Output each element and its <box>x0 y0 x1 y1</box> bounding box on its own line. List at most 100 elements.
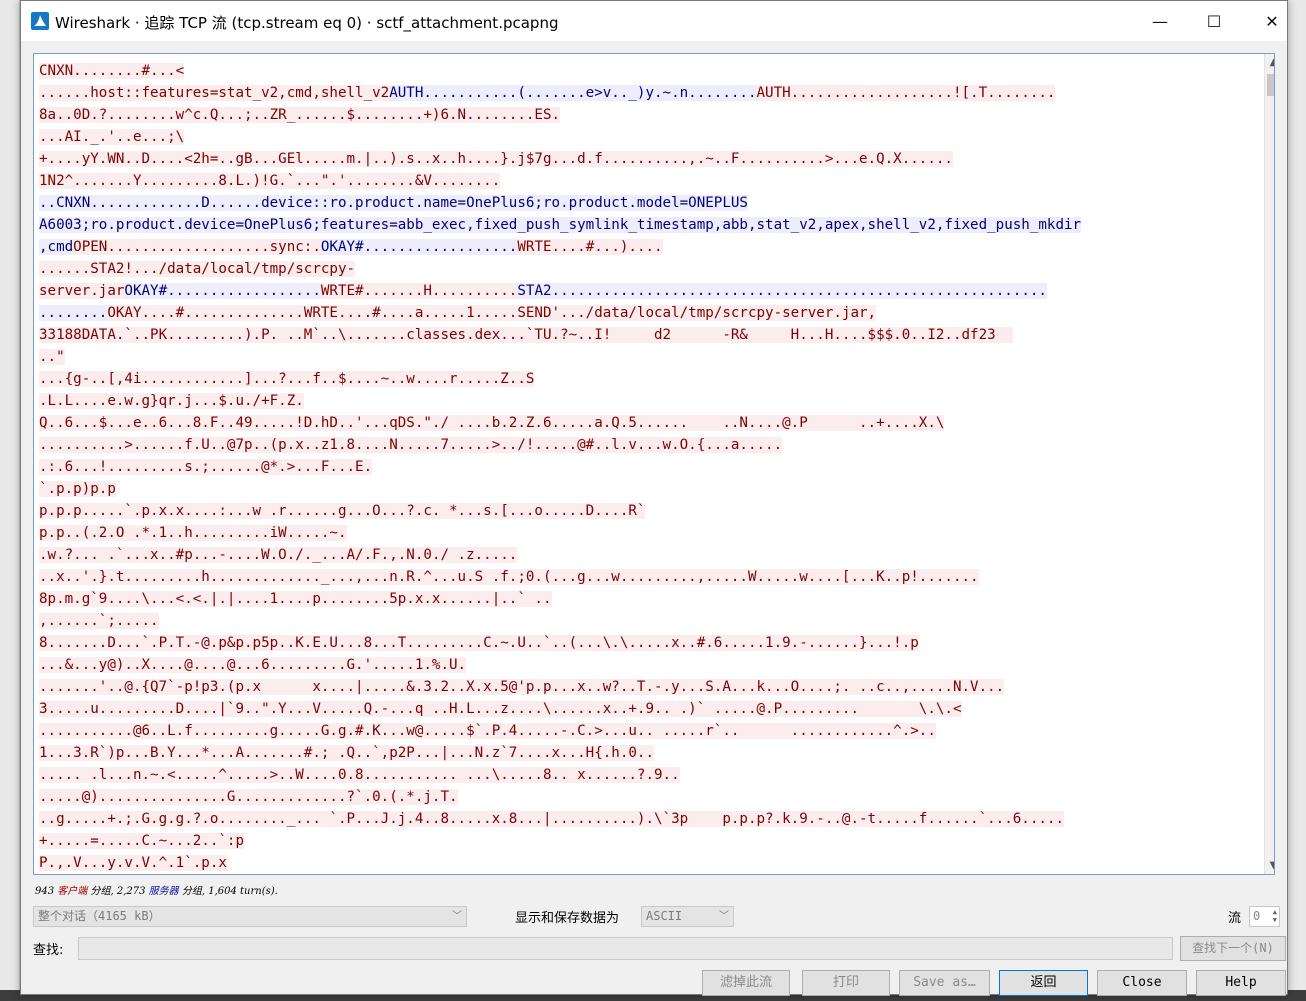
server-data: ,cmd <box>39 239 74 255</box>
client-data: ..........>......f.U..@7p..(p.x..z1.8...… <box>39 437 783 453</box>
client-data: `.p.p)p.p <box>39 481 116 497</box>
conversation-select[interactable]: 整个对话（4165 kB） ﹀ <box>33 906 467 927</box>
stream-line: ...AI._.'..e...;\ <box>39 126 1259 148</box>
stream-number-spinbox[interactable]: 0 ▲ ▼ <box>1249 906 1280 927</box>
close-window-button[interactable]: ✕ <box>1243 1 1301 41</box>
server-data: OKAY#.................. <box>124 283 321 299</box>
stream-line: +....yY.WN..D....<2h=..gB...GEl.....m.|.… <box>39 148 1259 170</box>
client-data: WRTE#.......H.......... <box>320 283 518 299</box>
client-data: ...&...y@)..X....@....@...6.........G.'.… <box>39 657 467 673</box>
server-data: ..CNXN.............D......device::ro.pro… <box>39 195 748 211</box>
scroll-up-arrow-icon[interactable]: ▲ <box>1265 54 1274 71</box>
client-data: .w.?... .`...x..#p...-....W.O./._...A/.F… <box>39 547 518 563</box>
client-packet-count: 943 <box>35 886 55 897</box>
stream-line: ......STA2!.../data/local/tmp/scrcpy- <box>39 258 1259 280</box>
stream-line: ......host::features=stat_v2,cmd,shell_v… <box>39 82 1259 104</box>
stream-line: ...&...y@)..X....@....@...6.........G.'.… <box>39 654 1259 676</box>
stream-line: ...{g-..[,4i............]...?...f..$....… <box>39 368 1259 390</box>
stream-line: 8p.m.g`9....\...<.<.|.|....1....p.......… <box>39 588 1259 610</box>
stream-line: .." <box>39 346 1259 368</box>
vertical-scrollbar[interactable]: ▲ ▼ <box>1264 54 1274 874</box>
stream-line: server.jarOKAY#..................WRTE#..… <box>39 280 1259 302</box>
format-select[interactable]: ASCII ﹀ <box>641 906 734 927</box>
minimize-button[interactable]: — <box>1131 1 1189 41</box>
background-window-right <box>1288 0 1306 1001</box>
client-data: 8.......D...`.P.T.-@.p&p.p5p..K.E.U...8.… <box>39 635 919 651</box>
stream-line: ...........@6..L.f.........g.....G.g.#.K… <box>39 720 1259 742</box>
stream-line: 8a..0D.?........w^c.Q...;..ZR_......$...… <box>39 104 1259 126</box>
window-title: Wireshark · 追踪 TCP 流 (tcp.stream eq 0) ·… <box>55 14 559 32</box>
client-data: .:.6...!.........s.;......@*.>...F...E. <box>39 459 373 475</box>
packets-label: 分组, <box>90 886 114 897</box>
stream-line: 8.......D...`.P.T.-@.p&p.p5p..K.E.U...8.… <box>39 632 1259 654</box>
maximize-button[interactable]: ☐ <box>1185 1 1243 41</box>
client-data: ..g.....+.;.G.g.g.?.o........_... `.P...… <box>39 811 1064 827</box>
server-data: AUTH...........(.......e>v.._)y.~.n.....… <box>389 85 757 101</box>
client-data: 1N2^.......Y.........8.L.)!G.`...".'....… <box>39 173 501 189</box>
find-input[interactable] <box>78 937 1173 960</box>
chevron-down-icon: ﹀ <box>452 911 462 922</box>
client-data: p.p..(.2.O .*.1..h.........iW.....~. <box>39 525 347 541</box>
chevron-down-icon: ﹀ <box>719 911 729 922</box>
client-data: .....@)...............G.............?`.0… <box>39 789 458 805</box>
stream-line: CNXN........#...< <box>39 60 1259 82</box>
scroll-down-arrow-icon[interactable]: ▼ <box>1265 857 1274 874</box>
stream-line: p.p.p.....`.p.x.x....:...w .r......g...O… <box>39 500 1259 522</box>
client-data: WRTE....#...).... <box>517 239 663 255</box>
save-as-button[interactable]: Save as… <box>899 970 990 996</box>
stream-text-area[interactable]: CNXN........#...<......host::features=st… <box>33 53 1275 875</box>
stream-line: 1...3.R`)p...B.Y...*...A.......#.; .Q..`… <box>39 742 1259 764</box>
client-data: 8p.m.g`9....\...<.<.|.|....1....p.......… <box>39 591 552 607</box>
stream-line: .......'..@.{Q7`-p!p3.(p.x x....|.....&.… <box>39 676 1259 698</box>
title-bar: Wireshark · 追踪 TCP 流 (tcp.stream eq 0) ·… <box>21 1 1287 41</box>
stream-line: +.....=.....C.~...2..`:p <box>39 830 1259 852</box>
server-data: ........ <box>39 305 108 321</box>
find-label: 查找: <box>33 943 64 958</box>
client-data: p.p.p.....`.p.x.x....:...w .r......g...O… <box>39 503 646 519</box>
client-data: ...........@6..L.f.........g.....G.g.#.K… <box>39 723 936 739</box>
scroll-thumb[interactable] <box>1267 74 1274 96</box>
client-data: WRTE....#....a.....1.....SEND'.../data/l… <box>303 305 877 321</box>
server-label: 服务器 <box>148 886 179 897</box>
client-data: AUTH...................![.T........ <box>756 85 1056 101</box>
stream-line: P.,.V...y.v.V.^.1`.p.x <box>39 852 1259 874</box>
follow-tcp-stream-dialog: Wireshark · 追踪 TCP 流 (tcp.stream eq 0) ·… <box>20 0 1288 996</box>
client-data: 1...3.R`)p...B.Y...*...A.......#.; .Q..`… <box>39 745 654 761</box>
client-data: +.....=.....C.~...2..`:p <box>39 833 244 849</box>
stream-number-label: 流 <box>1228 911 1242 926</box>
help-button[interactable]: Help <box>1196 970 1286 996</box>
client-data: 3.....u.........D....|`9..".Y...V.....Q.… <box>39 701 962 717</box>
client-data: ..... .l...n.~.<.....^.....>..W....0.8..… <box>39 767 680 783</box>
stream-line: A6003;ro.product.device=OnePlus6;feature… <box>39 214 1259 236</box>
stream-line: ..x..'.}.t.........h............._...,..… <box>39 566 1259 588</box>
stream-line: ..g.....+.;.G.g.g.?.o........_... `.P...… <box>39 808 1259 830</box>
client-data: ...{g-..[,4i............]...?...f..$....… <box>39 371 535 387</box>
stream-line: ..CNXN.............D......device::ro.pro… <box>39 192 1259 214</box>
client-data: P.,.V...y.v.V.^.1`.p.x <box>39 855 227 871</box>
client-data: OKAY....#.............. <box>107 305 304 321</box>
server-data: OKAY#.................. <box>320 239 518 255</box>
client-data: .......'..@.{Q7`-p!p3.(p.x x....|.....&.… <box>39 679 1005 695</box>
back-button[interactable]: 返回 <box>999 970 1088 996</box>
find-next-button[interactable]: 查找下一个(N) <box>1180 936 1286 961</box>
client-data: ..x..'.}.t.........h............._...,..… <box>39 569 979 585</box>
stream-line: .L.L....e.w.g}qr.j...$.u./+F.Z. <box>39 390 1259 412</box>
stream-line: .....@)...............G.............?`.0… <box>39 786 1259 808</box>
client-data: ......host::features=stat_v2,cmd,shell_v… <box>39 85 390 101</box>
wireshark-fin-icon <box>31 12 49 30</box>
print-button[interactable]: 打印 <box>802 970 890 996</box>
close-button[interactable]: Close <box>1097 970 1187 996</box>
stream-number-value: 0 <box>1253 909 1261 923</box>
show-as-label: 显示和保存数据为 <box>515 911 620 926</box>
format-value: ASCII <box>646 909 683 923</box>
client-label: 客户端 <box>57 886 88 897</box>
spin-arrows-icon[interactable]: ▲ ▼ <box>1273 908 1277 924</box>
server-data: STA2....................................… <box>517 283 1047 299</box>
stream-line: .w.?... .`...x..#p...-....W.O./._...A/.F… <box>39 544 1259 566</box>
client-data: 8a..0D.?........w^c.Q...;..ZR_......$...… <box>39 107 561 123</box>
conversation-value: 整个对话（4165 kB） <box>38 909 161 923</box>
filter-out-stream-button[interactable]: 滤掉此流 <box>702 970 790 996</box>
stream-content: CNXN........#...<......host::features=st… <box>39 60 1259 874</box>
stream-line: ,cmdOPEN...................sync:.OKAY#..… <box>39 236 1259 258</box>
client-data: ...AI._.'..e...;\ <box>39 129 185 145</box>
